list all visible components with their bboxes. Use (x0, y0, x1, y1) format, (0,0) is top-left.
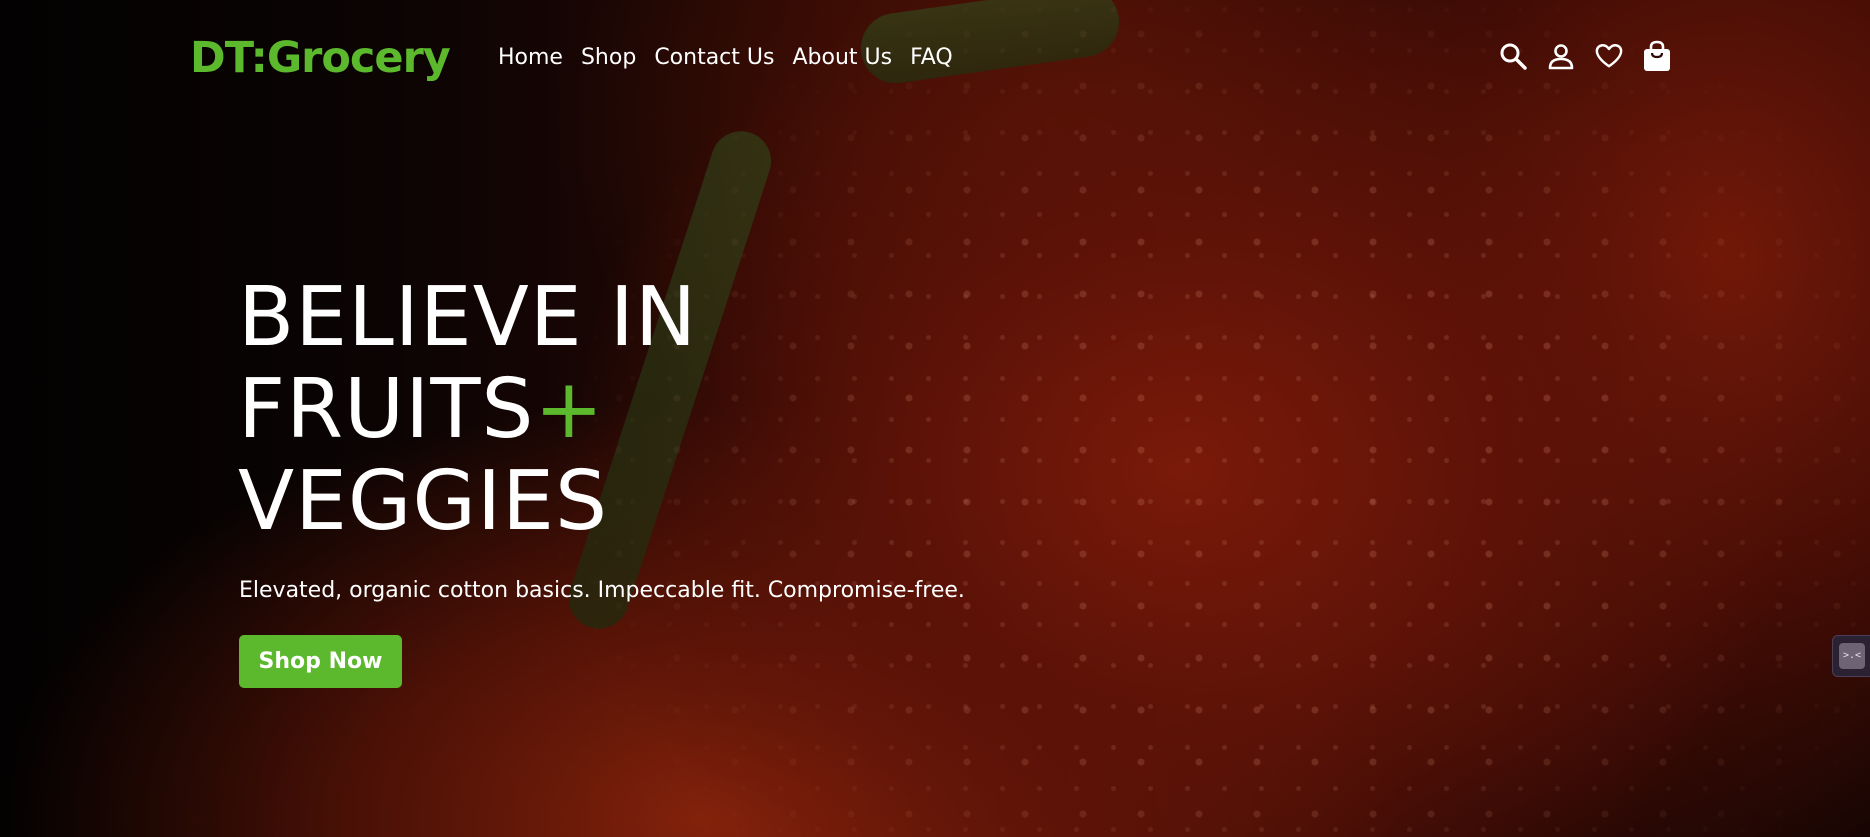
nav-home[interactable]: Home (498, 40, 563, 76)
hero-headline: BELIEVE IN FRUITS+ VEGGIES (238, 272, 697, 548)
main-nav: Home Shop Contact Us About Us FAQ (498, 40, 953, 76)
headline-line-1: BELIEVE IN (238, 270, 698, 365)
account-icon[interactable] (1547, 40, 1575, 72)
headline-line-2: FRUITS (238, 362, 535, 457)
side-widget-tab[interactable]: >.< (1832, 635, 1870, 677)
wishlist-heart-icon[interactable] (1595, 40, 1623, 72)
header-icons (1499, 40, 1671, 72)
hero-subtitle: Elevated, organic cotton basics. Impecca… (239, 578, 965, 603)
site-header: DT:Grocery Home Shop Contact Us About Us… (0, 0, 1870, 116)
search-icon[interactable] (1499, 40, 1527, 72)
site-logo[interactable]: DT:Grocery (190, 30, 451, 86)
headline-plus-accent: + (534, 362, 605, 457)
headline-line-3: VEGGIES (238, 454, 609, 549)
shop-now-button[interactable]: Shop Now (239, 635, 402, 688)
nav-about-us[interactable]: About Us (792, 40, 892, 76)
nav-contact-us[interactable]: Contact Us (654, 40, 774, 76)
cart-bag-icon[interactable] (1643, 40, 1671, 72)
widget-icon: >.< (1839, 643, 1865, 669)
nav-shop[interactable]: Shop (581, 40, 636, 76)
hero-section: DT:Grocery Home Shop Contact Us About Us… (0, 0, 1870, 837)
nav-faq[interactable]: FAQ (910, 40, 953, 76)
